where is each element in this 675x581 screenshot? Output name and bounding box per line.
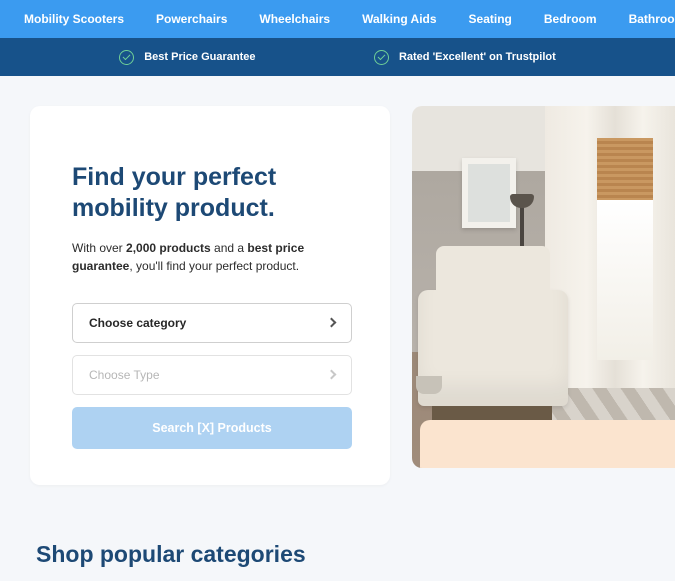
primary-nav: Mobility Scooters Powerchairs Wheelchair… <box>0 0 675 38</box>
select-label: Choose category <box>89 316 186 330</box>
nav-item-powerchairs[interactable]: Powerchairs <box>156 12 227 26</box>
hero-banner-strip <box>420 420 675 468</box>
popular-categories-heading: Shop popular categories <box>36 541 675 568</box>
hero-description: With over 2,000 products and a best pric… <box>72 239 352 275</box>
trust-bar: Best Price Guarantee Rated 'Excellent' o… <box>0 38 675 76</box>
nav-item-bedroom[interactable]: Bedroom <box>544 12 597 26</box>
trust-label: Best Price Guarantee <box>144 51 255 63</box>
nav-item-walking-aids[interactable]: Walking Aids <box>362 12 436 26</box>
trust-item-price: Best Price Guarantee <box>119 50 255 65</box>
nav-item-wheelchairs[interactable]: Wheelchairs <box>259 12 330 26</box>
type-select: Choose Type <box>72 355 352 395</box>
trust-item-trustpilot: Rated 'Excellent' on Trustpilot <box>374 50 556 65</box>
chevron-right-icon <box>327 370 337 380</box>
pot-graphic <box>416 376 442 394</box>
nav-item-bathroom[interactable]: Bathroom <box>629 12 675 26</box>
hero-image <box>412 106 675 468</box>
finder-card: Find your perfect mobility product. With… <box>30 106 390 485</box>
search-products-button[interactable]: Search [X] Products <box>72 407 352 449</box>
check-circle-icon <box>374 50 389 65</box>
hero-section: Find your perfect mobility product. With… <box>0 76 675 485</box>
nav-item-seating[interactable]: Seating <box>469 12 512 26</box>
chevron-right-icon <box>327 318 337 328</box>
blind-graphic <box>597 138 653 200</box>
select-label: Choose Type <box>89 368 160 382</box>
check-circle-icon <box>119 50 134 65</box>
trust-label: Rated 'Excellent' on Trustpilot <box>399 51 556 63</box>
category-select[interactable]: Choose category <box>72 303 352 343</box>
hero-title: Find your perfect mobility product. <box>72 162 352 225</box>
nav-item-mobility-scooters[interactable]: Mobility Scooters <box>24 12 124 26</box>
window-graphic <box>597 200 653 360</box>
wall-art-graphic <box>462 158 516 228</box>
